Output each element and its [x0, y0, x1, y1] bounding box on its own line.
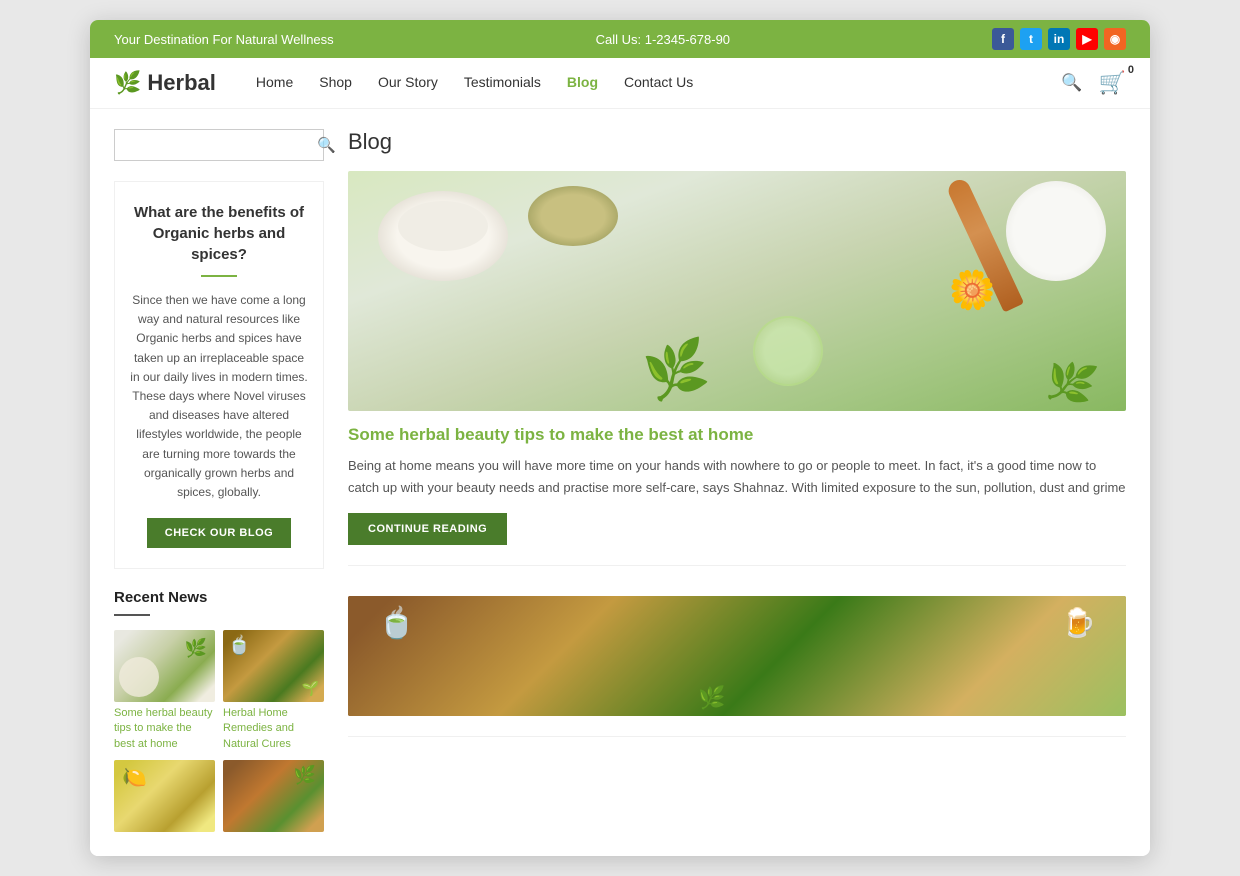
list-item: 🌿 Some herbal beauty tips to make the be…	[114, 630, 215, 752]
nav-links: Home Shop Our Story Testimonials Blog Co…	[256, 74, 1062, 92]
linkedin-icon[interactable]: in	[1048, 28, 1070, 50]
news-label-2[interactable]: Herbal Home Remedies and Natural Cures	[223, 706, 324, 752]
cart-icon[interactable]: 🛒 0	[1099, 70, 1126, 96]
logo[interactable]: 🌿 Herbal	[114, 70, 216, 96]
news-thumb-1[interactable]: 🌿	[114, 630, 215, 702]
blog-card-excerpt-1: Being at home means you will have more t…	[348, 455, 1126, 499]
recent-news: Recent News 🌿 Some herbal beauty tips to…	[114, 589, 324, 836]
news-thumb-4[interactable]: 🌿	[223, 760, 324, 832]
browser-window: Your Destination For Natural Wellness Ca…	[90, 20, 1150, 856]
top-bar: Your Destination For Natural Wellness Ca…	[90, 20, 1150, 58]
logo-text: Herbal	[147, 70, 215, 96]
blog-card-title-1[interactable]: Some herbal beauty tips to make the best…	[348, 425, 1126, 445]
promo-divider	[201, 275, 237, 277]
nav-item-testimonials[interactable]: Testimonials	[464, 74, 541, 92]
news-thumb-3[interactable]: 🍋	[114, 760, 215, 832]
list-item: 🍵 🌱 Herbal Home Remedies and Natural Cur…	[223, 630, 324, 752]
logo-leaf-icon: 🌿	[114, 70, 141, 96]
twitter-icon[interactable]: t	[1020, 28, 1042, 50]
facebook-icon[interactable]: f	[992, 28, 1014, 50]
blog-card-image-1: 🌼 🌿 🌿	[348, 171, 1126, 411]
top-bar-phone: Call Us: 1-2345-678-90	[596, 32, 730, 47]
sidebar-promo: What are the benefits of Organic herbs a…	[114, 181, 324, 569]
list-item: 🍋	[114, 760, 215, 836]
recent-news-title: Recent News	[114, 589, 324, 606]
search-input[interactable]	[115, 130, 307, 160]
news-label-1[interactable]: Some herbal beauty tips to make the best…	[114, 706, 215, 752]
list-item: 🌿	[223, 760, 324, 836]
blog-area: Blog 🌼 🌿 🌿	[348, 129, 1126, 836]
blog-page-title: Blog	[348, 129, 1126, 155]
top-bar-tagline: Your Destination For Natural Wellness	[114, 32, 334, 47]
nav-bar: 🌿 Herbal Home Shop Our Story Testimonial…	[90, 58, 1150, 109]
sidebar-search: 🔍	[114, 129, 324, 161]
blog-card-image-2: 🍵 🍺 🌿	[348, 596, 1126, 716]
recent-news-grid: 🌿 Some herbal beauty tips to make the be…	[114, 630, 324, 836]
blog-card-2: 🍵 🍺 🌿	[348, 596, 1126, 737]
youtube-icon[interactable]: ▶	[1076, 28, 1098, 50]
check-blog-button[interactable]: CHECK OUR BLOG	[147, 518, 291, 548]
nav-item-contact[interactable]: Contact Us	[624, 74, 693, 92]
cart-badge: 0	[1128, 64, 1134, 76]
nav-item-home[interactable]: Home	[256, 74, 293, 92]
social-icons: f t in ▶ ◉	[992, 28, 1126, 50]
nav-right: 🔍 🛒 0	[1061, 70, 1126, 96]
news-thumb-2[interactable]: 🍵 🌱	[223, 630, 324, 702]
nav-item-blog[interactable]: Blog	[567, 74, 598, 92]
recent-news-divider	[114, 614, 150, 616]
search-icon[interactable]: 🔍	[1061, 73, 1082, 93]
sidebar: 🔍 What are the benefits of Organic herbs…	[114, 129, 324, 836]
nav-item-shop[interactable]: Shop	[319, 74, 352, 92]
search-button[interactable]: 🔍	[307, 130, 346, 160]
continue-reading-button-1[interactable]: CONTINUE READING	[348, 513, 507, 545]
main-content: 🔍 What are the benefits of Organic herbs…	[90, 109, 1150, 856]
promo-title: What are the benefits of Organic herbs a…	[129, 202, 309, 265]
promo-body: Since then we have come a long way and n…	[129, 291, 309, 502]
blog-card-1: 🌼 🌿 🌿 Some herbal beauty tips to make th…	[348, 171, 1126, 566]
nav-item-our-story[interactable]: Our Story	[378, 74, 438, 92]
rss-icon[interactable]: ◉	[1104, 28, 1126, 50]
